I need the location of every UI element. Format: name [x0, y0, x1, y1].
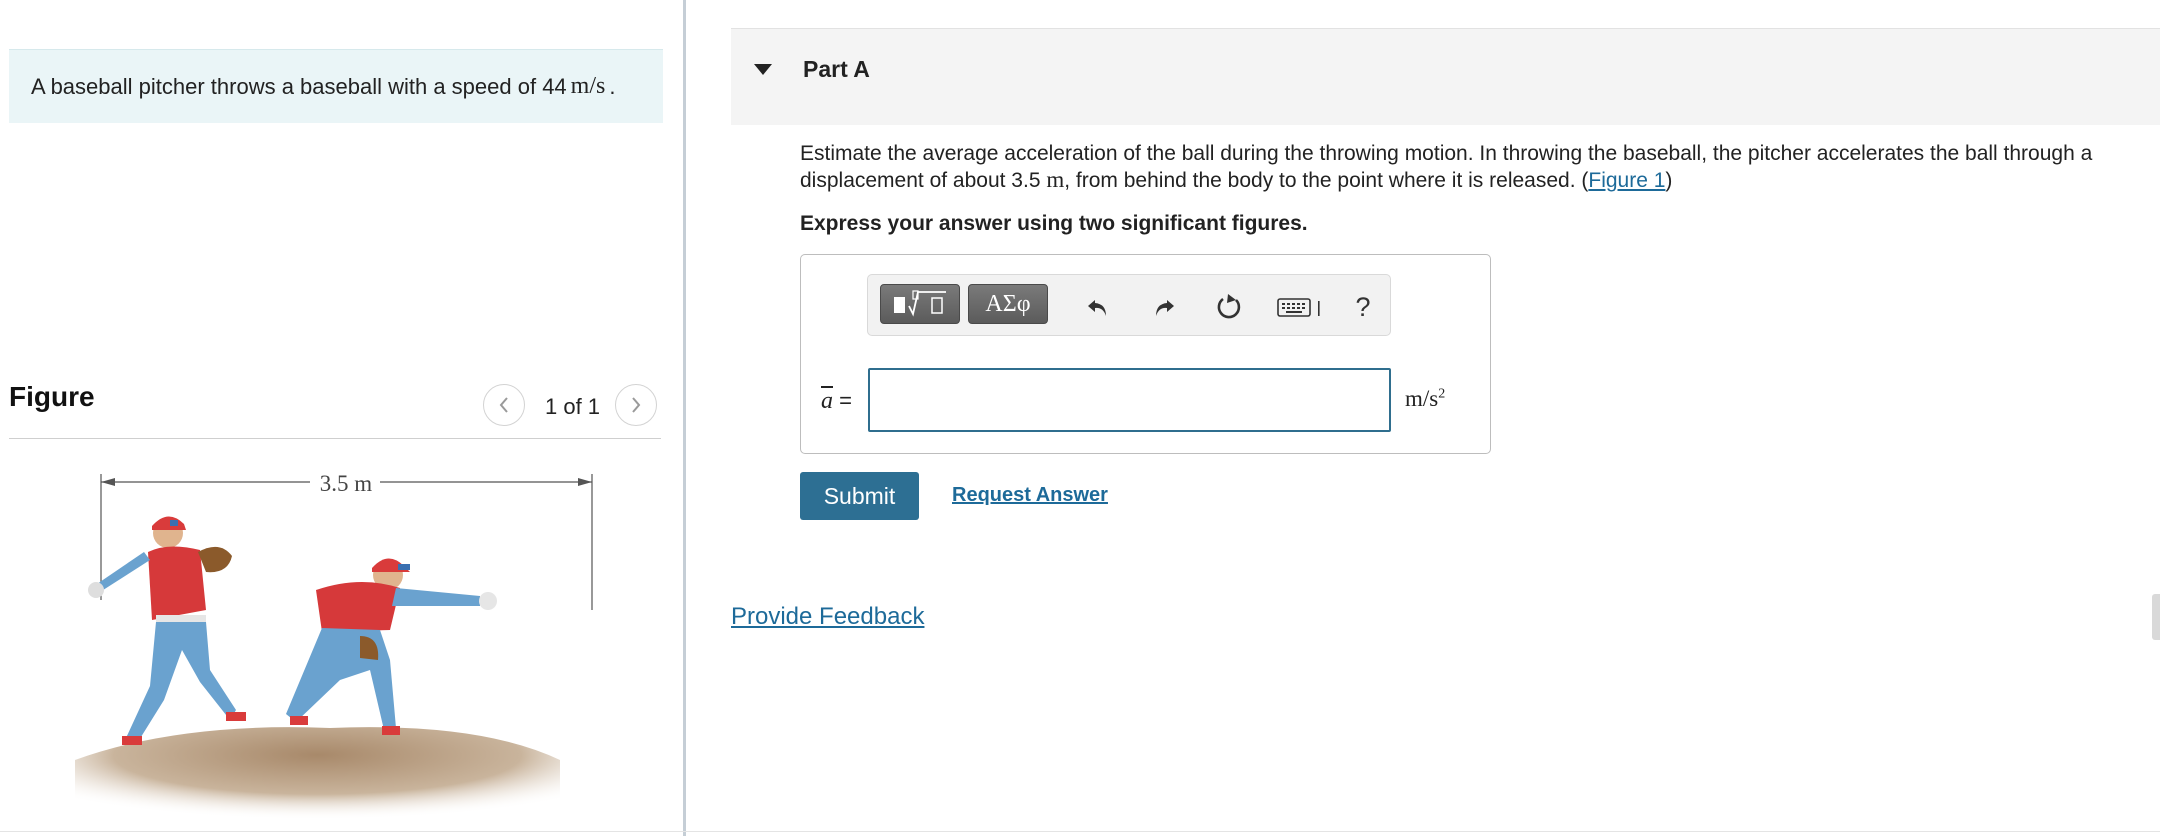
question-close-paren: ) [1665, 169, 1673, 192]
pitcher-release [286, 558, 497, 735]
redo-button[interactable] [1147, 290, 1181, 324]
math-toolbar: ΑΣφ ? [867, 274, 1391, 336]
figure-page-indicator: 1 of 1 [545, 394, 601, 419]
answer-box: ΑΣφ ? a = m/s2 [800, 254, 1491, 454]
answer-equals: = [839, 388, 852, 413]
keyboard-icon [1277, 298, 1320, 317]
pane-divider[interactable] [683, 0, 686, 836]
problem-period: . [609, 73, 616, 99]
previous-figure-button[interactable] [483, 384, 525, 426]
answer-label: a = [821, 388, 852, 415]
answer-unit-base: m/s [1405, 386, 1439, 411]
help-button[interactable]: ? [1346, 290, 1380, 324]
reset-button[interactable] [1212, 290, 1246, 324]
dimension-label: 3.5 m [320, 471, 373, 496]
next-figure-button[interactable] [615, 384, 657, 426]
question-line-2-start: displacement of about 3.5 [800, 169, 1041, 192]
question-line-2: displacement of about 3.5 m, from behind… [800, 167, 2160, 194]
question-unit: m [1046, 167, 1065, 192]
figure-title: Figure [9, 381, 95, 412]
problem-statement: A baseball pitcher throws a baseball wit… [9, 49, 663, 123]
dimension-arrow-left [101, 478, 115, 486]
provide-feedback-link[interactable]: Provide Feedback [731, 603, 924, 631]
instruction-text: Express your answer using two significan… [800, 212, 1308, 235]
question-text: Estimate the average acceleration of the… [800, 141, 2160, 194]
answer-unit: m/s2 [1405, 386, 1445, 412]
left-pane: A baseball pitcher throws a baseball wit… [0, 0, 683, 836]
figure-link[interactable]: Figure 1 [1588, 169, 1665, 192]
pitching-mound [75, 727, 560, 820]
part-a-header[interactable]: Part A [731, 28, 2160, 125]
math-templates-icon [894, 290, 946, 317]
caret-down-icon [754, 64, 772, 75]
undo-icon [1088, 300, 1106, 316]
answer-unit-exponent: 2 [1438, 386, 1446, 402]
answer-variable: a [821, 388, 833, 414]
reset-icon [1217, 294, 1241, 319]
keyboard-button[interactable] [1277, 290, 1325, 324]
undo-button[interactable] [1081, 290, 1115, 324]
symbols-button[interactable]: ΑΣφ [968, 284, 1048, 324]
request-answer-link[interactable]: Request Answer [952, 484, 1108, 507]
answer-input[interactable] [868, 368, 1391, 432]
question-line-2-end: , from behind the body to the point wher… [1064, 169, 1589, 192]
bottom-divider [0, 831, 2160, 832]
question-line-1: Estimate the average acceleration of the… [800, 142, 2093, 165]
chevron-left-icon [499, 397, 508, 413]
chevron-right-icon [632, 397, 641, 413]
submit-button[interactable]: Submit [800, 472, 919, 520]
problem-unit: m/s [570, 73, 606, 99]
templates-button[interactable] [880, 284, 960, 324]
pitcher-illustration: 3.5 m [75, 471, 593, 820]
part-title: Part A [803, 56, 870, 82]
pitcher-windup [88, 516, 246, 745]
dimension-arrow-right [578, 478, 592, 486]
problem-text: A baseball pitcher throws a baseball wit… [31, 73, 567, 99]
redo-icon [1156, 300, 1174, 316]
figure-header: Figure 1 of 1 [9, 376, 661, 439]
scrollbar-handle[interactable] [2152, 594, 2160, 640]
